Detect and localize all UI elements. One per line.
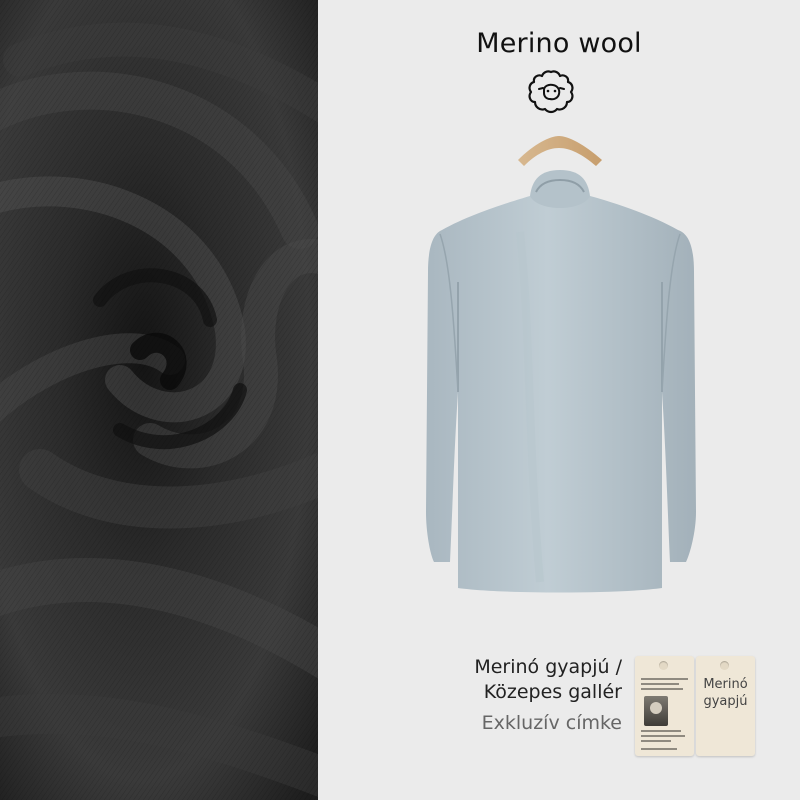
- label-tag-front: [635, 656, 694, 756]
- product-banner: Merino wool Merinó gyapjú / Közepes gall…: [0, 0, 800, 800]
- sheep-photo: [644, 696, 668, 726]
- caption-material: Merinó gyapjú /: [474, 656, 622, 678]
- hanger-icon: [518, 136, 602, 166]
- tag-hole: [659, 661, 668, 670]
- product-caption: Merinó gyapjú / Közepes gallér Exkluzív …: [400, 655, 622, 736]
- black-knit-fabric-illustration: [0, 0, 318, 800]
- fabric-swatch-image: [0, 0, 318, 800]
- label-tag-back: Merinó gyapjú: [696, 656, 755, 756]
- caption-collar: Közepes gallér: [483, 681, 622, 703]
- sheep-icon: [528, 70, 574, 114]
- caption-label: Exkluzív címke: [481, 712, 622, 734]
- tag-hole: [720, 661, 729, 670]
- page-title: Merino wool: [476, 28, 642, 59]
- tag-label-text: Merinó gyapjú: [703, 677, 748, 709]
- product-shirt-image: [426, 136, 696, 593]
